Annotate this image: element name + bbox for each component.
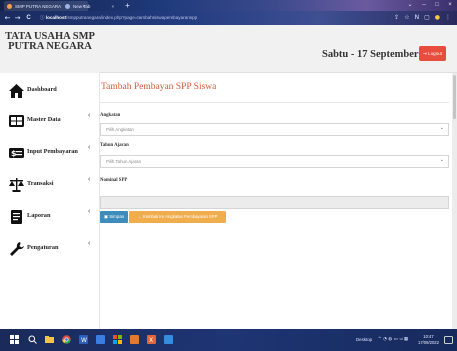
star-icon[interactable]: ☆ — [404, 13, 409, 23]
photos-icon[interactable] — [164, 335, 173, 344]
browser-tab-bar: SMP PUTRA NEGARA × New Tab × + ⌄ – □ × — [0, 0, 457, 11]
report-icon — [11, 210, 22, 224]
xampp-icon[interactable]: X — [147, 335, 156, 344]
brand-line-2: PUTRA NEGARA — [8, 41, 92, 52]
chevron-down-icon: ⌄ — [439, 125, 444, 131]
logout-button[interactable]: ⇥ Logout — [419, 46, 446, 61]
sublime-icon[interactable] — [130, 335, 139, 344]
nominal-spp-label: Nominal SPP — [100, 178, 128, 183]
tahun-ajaran-select[interactable]: Pilih Tahun Ajaran ⌄ — [100, 155, 449, 168]
minimize-button[interactable]: – — [418, 1, 430, 10]
sidebar-toggle-icon[interactable]: ▢ — [424, 13, 430, 23]
angkatan-select[interactable]: Pilih Angkatan ⌄ — [100, 123, 449, 136]
windows-start-icon[interactable] — [10, 335, 19, 344]
chevron-left-icon: ‹ — [88, 144, 91, 151]
page-title: Tambah Pembayan SPP Siswa — [101, 82, 217, 92]
sidebar-item-laporan[interactable]: Laporan ‹ — [0, 207, 100, 227]
sidebar-item-label: Master Data — [27, 116, 61, 123]
word-icon[interactable]: W — [79, 335, 88, 344]
profile-icon[interactable]: ● — [435, 13, 440, 23]
home-icon — [9, 84, 24, 98]
chrome-icon[interactable] — [62, 335, 71, 344]
nominal-spp-field[interactable] — [100, 196, 449, 209]
chevron-left-icon: ‹ — [88, 176, 91, 183]
share-icon[interactable]: ⇪ — [394, 13, 399, 23]
wrench-icon — [10, 242, 24, 256]
scrollbar-thumb[interactable] — [453, 75, 456, 119]
sidebar-item-transaksi[interactable]: Transaksi ‹ — [0, 175, 100, 195]
logout-label: Logout — [428, 51, 443, 56]
extension-icon[interactable]: N — [415, 13, 420, 23]
save-button[interactable]: ▣ Simpan — [100, 211, 128, 223]
app-icon[interactable] — [96, 335, 105, 344]
url-path: /smpputranegara/index.php?page=tambahsis… — [66, 15, 198, 20]
back-to-angkatan-button[interactable]: ← Kembali Ke Angkatan Pembayaran SPP — [129, 211, 226, 223]
tab-new-tab[interactable]: New Tab × — [62, 1, 117, 11]
svg-text:X: X — [149, 337, 153, 344]
chevron-left-icon: ‹ — [88, 208, 91, 215]
tahun-ajaran-placeholder: Pilih Tahun Ajaran — [106, 159, 142, 164]
chevron-down-icon: ⌄ — [439, 157, 444, 163]
sidebar: Dashboard Master Data ‹ $ Input Pembayar… — [0, 73, 100, 329]
sidebar-item-label: Dashboard — [27, 86, 57, 93]
taskbar-clock[interactable]: 10:47 17/09/2022 — [418, 334, 439, 345]
money-icon: $ — [9, 148, 24, 158]
svg-text:W: W — [81, 337, 87, 344]
reload-icon[interactable]: C — [24, 13, 33, 23]
new-tab-button[interactable]: + — [123, 1, 132, 10]
chevron-left-icon: ‹ — [88, 112, 91, 119]
sidebar-item-input-pembayaran[interactable]: $ Input Pembayaran ‹ — [0, 143, 100, 163]
sidebar-item-label: Transaksi — [27, 180, 54, 187]
sidebar-item-label: Pengaturan — [27, 244, 59, 251]
divider — [99, 102, 449, 103]
url-host: localhost — [45, 15, 67, 20]
tray-icons[interactable]: ^ ◔ ◍ ▭ ◅ ▦ — [378, 337, 408, 342]
clock-date: 17/09/2022 — [418, 339, 439, 345]
url-input[interactable]: ⓘ localhost/smpputranegara/index.php?pag… — [40, 13, 340, 23]
table-icon — [9, 115, 24, 127]
forward-arrow-icon[interactable]: → — [13, 13, 22, 23]
browser-toolbar-icons: ⇪ ☆ N ▢ ● ⋮ — [394, 13, 451, 23]
angkatan-placeholder: Pilih Angkatan — [106, 127, 134, 132]
save-label: Simpan — [109, 214, 125, 219]
close-window-button[interactable]: × — [444, 1, 456, 10]
chevron-down-icon[interactable]: ⌄ — [404, 1, 416, 10]
site-favicon-icon — [7, 3, 12, 9]
back-label: Kembali Ke Angkatan Pembayaran SPP — [142, 214, 218, 219]
balance-scale-icon — [9, 178, 24, 192]
file-explorer-icon[interactable] — [45, 335, 54, 344]
notification-icon[interactable] — [444, 336, 453, 345]
tab-label: New Tab — [73, 3, 91, 9]
sidebar-item-label: Input Pembayaran — [27, 148, 78, 155]
new-tab-favicon-icon — [65, 3, 70, 9]
browser-address-bar: ← → C ⓘ localhost/smpputranegara/index.p… — [0, 11, 457, 25]
sidebar-item-pengaturan[interactable]: Pengaturan ‹ — [0, 239, 100, 259]
back-arrow-icon[interactable]: ← — [3, 13, 12, 23]
chevron-left-icon: ‹ — [88, 240, 91, 247]
brand-logo[interactable]: TATA USAHA SMP PUTRA NEGARA — [0, 25, 100, 73]
tab-label: SMP PUTRA NEGARA — [15, 3, 62, 9]
sidebar-item-label: Laporan — [27, 212, 51, 219]
tab-close-icon[interactable]: × — [111, 4, 114, 9]
maximize-button[interactable]: □ — [431, 1, 443, 10]
menu-icon[interactable]: ⋮ — [445, 13, 451, 23]
search-icon[interactable] — [28, 335, 37, 344]
sidebar-item-master-data[interactable]: Master Data ‹ — [0, 111, 100, 131]
angkatan-label: Angkatan — [100, 113, 121, 118]
svg-text:$: $ — [11, 149, 17, 158]
tahun-ajaran-label: Tahun Ajaran — [100, 143, 129, 148]
taskbar: W X Desktop ^ ◔ ◍ ▭ ◅ ▦ 10:47 17/09/2022 — [0, 329, 457, 351]
store-icon[interactable] — [113, 335, 122, 344]
sidebar-item-dashboard[interactable]: Dashboard — [0, 81, 100, 101]
desktop-label[interactable]: Desktop — [356, 337, 372, 342]
